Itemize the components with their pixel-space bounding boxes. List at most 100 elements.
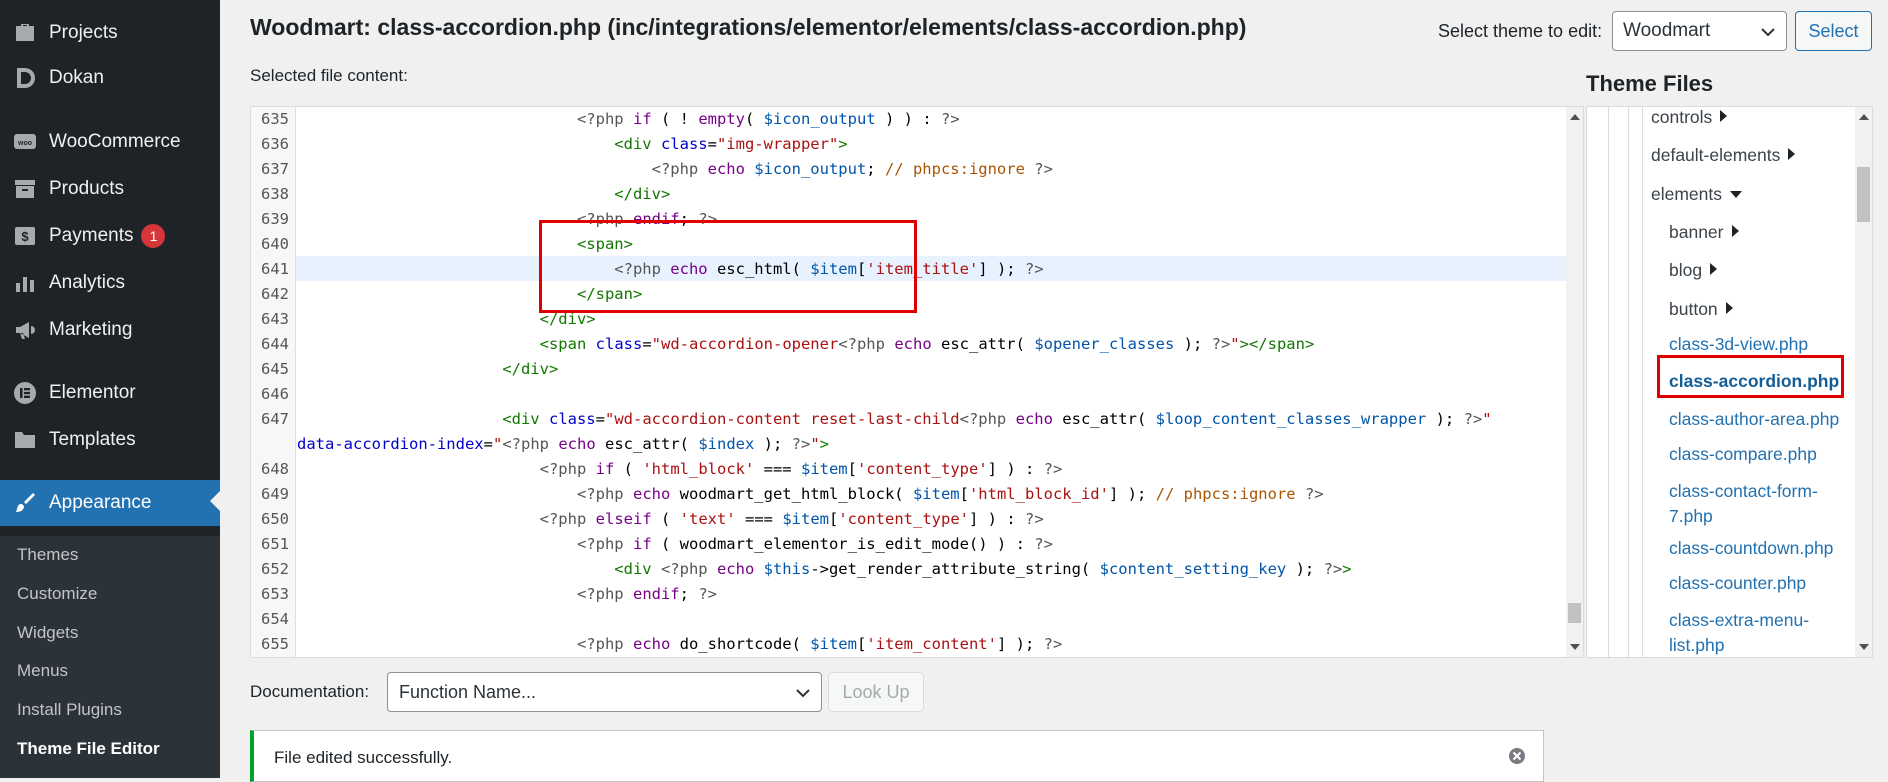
briefcase-icon	[12, 20, 38, 46]
admin-sidebar: Projects Dokan woo WooCommerce Products …	[0, 0, 220, 778]
highlight-annotation-box	[539, 220, 917, 313]
theme-select-value: Woodmart	[1623, 20, 1711, 41]
menu-label: Dokan	[49, 67, 104, 88]
tree-folder-default-elements[interactable]: default-elements	[1651, 145, 1796, 166]
submenu-theme-file-editor[interactable]: Theme File Editor	[17, 739, 160, 759]
scroll-down-icon[interactable]	[1859, 644, 1869, 650]
code-line[interactable]: <?php elseif ( 'text' === $item['content…	[297, 510, 1044, 528]
menu-item-appearance[interactable]: Appearance	[0, 480, 220, 526]
code-line[interactable]: <?php if ( ! empty( $icon_output ) ) : ?…	[297, 110, 960, 128]
dokan-icon	[12, 65, 38, 91]
line-number: 643	[261, 310, 289, 328]
menu-label: Analytics	[49, 272, 126, 293]
caret-right-icon	[1710, 263, 1718, 275]
menu-item-dokan[interactable]: Dokan	[0, 57, 220, 99]
code-line[interactable]: <?php echo do_shortcode( $item['item_con…	[297, 635, 1062, 653]
caret-right-icon	[1788, 148, 1796, 160]
line-number: 654	[261, 610, 289, 628]
menu-item-elementor[interactable]: Elementor	[0, 372, 220, 414]
line-number: 639	[261, 210, 289, 228]
line-number: 637	[261, 160, 289, 178]
code-line[interactable]: <?php echo $icon_output; // phpcs:ignore…	[297, 160, 1053, 178]
tree-scrollbar[interactable]	[1855, 107, 1872, 657]
line-number: 642	[261, 285, 289, 303]
notice-text: File edited successfully.	[274, 748, 453, 767]
megaphone-icon	[12, 317, 38, 343]
line-number: 655	[261, 635, 289, 653]
scroll-down-icon[interactable]	[1570, 644, 1580, 650]
editor-scrollbar[interactable]	[1566, 107, 1583, 657]
menu-item-woocommerce[interactable]: woo WooCommerce	[0, 121, 220, 163]
tree-file[interactable]: class-extra-menu-list.php	[1669, 608, 1819, 657]
close-icon[interactable]	[1507, 746, 1527, 766]
caret-right-icon	[1725, 302, 1733, 314]
woo-icon: woo	[12, 129, 38, 155]
code-line[interactable]: <div class="wd-accordion-content reset-l…	[297, 410, 1491, 428]
code-line[interactable]: <?php echo woodmart_get_html_block( $ite…	[297, 485, 1324, 503]
submenu-install-plugins[interactable]: Install Plugins	[17, 700, 122, 720]
code-line[interactable]: <?php endif; ?>	[297, 585, 717, 603]
scroll-thumb[interactable]	[1568, 603, 1581, 623]
line-number: 648	[261, 460, 289, 478]
code-line[interactable]: <div <?php echo $this->get_render_attrib…	[297, 560, 1351, 578]
tree-file[interactable]: class-compare.php	[1669, 444, 1817, 465]
tree-folder-blog[interactable]: blog	[1669, 260, 1718, 281]
menu-label: Products	[49, 178, 124, 199]
code-line[interactable]: data-accordion-index="<?php echo esc_att…	[297, 435, 829, 453]
scroll-up-icon[interactable]	[1859, 114, 1869, 120]
theme-files-title: Theme Files	[1586, 71, 1714, 96]
menu-item-projects[interactable]: Projects	[0, 12, 220, 54]
tree-file[interactable]: class-countdown.php	[1669, 538, 1833, 559]
look-up-button[interactable]: Look Up	[828, 672, 924, 712]
line-number: 636	[261, 135, 289, 153]
code-line[interactable]: <?php if ( 'html_block' === $item['conte…	[297, 460, 1063, 478]
paintbrush-icon	[12, 490, 38, 516]
dollar-icon: $	[12, 223, 38, 249]
function-name-value: Function Name...	[399, 682, 537, 702]
code-line[interactable]: <div class="img-wrapper">	[297, 135, 847, 153]
submenu-customize[interactable]: Customize	[17, 584, 97, 604]
code-editor[interactable]: 635 636 637 638 639 640 641 642 643 644 …	[250, 106, 1584, 658]
success-notice: File edited successfully.	[250, 730, 1544, 782]
line-number: 641	[261, 260, 289, 278]
line-number: 650	[261, 510, 289, 528]
scroll-thumb[interactable]	[1857, 167, 1870, 222]
code-line[interactable]: <span class="wd-accordion-opener<?php ec…	[297, 335, 1315, 353]
submenu-widgets[interactable]: Widgets	[17, 623, 78, 643]
code-line[interactable]: </div>	[297, 360, 558, 378]
tree-folder-button[interactable]: button	[1669, 299, 1733, 320]
menu-item-payments[interactable]: $ Payments 1	[0, 215, 220, 257]
chevron-down-icon	[1761, 28, 1775, 37]
menu-item-templates[interactable]: Templates	[0, 419, 220, 461]
theme-select[interactable]: Woodmart	[1612, 11, 1787, 51]
tree-file[interactable]: class-counter.php	[1669, 573, 1806, 594]
menu-item-analytics[interactable]: Analytics	[0, 262, 220, 304]
line-number: 646	[261, 385, 289, 403]
tree-folder-banner[interactable]: banner	[1669, 222, 1739, 243]
caret-right-icon	[1731, 225, 1739, 237]
menu-item-marketing[interactable]: Marketing	[0, 309, 220, 351]
theme-files-tree: controls default-elements elements banne…	[1586, 106, 1873, 658]
submenu-menus[interactable]: Menus	[17, 661, 68, 681]
line-number: 644	[261, 335, 289, 353]
tree-folder-elements[interactable]: elements	[1651, 184, 1743, 205]
line-number: 653	[261, 585, 289, 603]
line-number: 640	[261, 235, 289, 253]
code-line[interactable]: <?php if ( woodmart_elementor_is_edit_mo…	[297, 535, 1053, 553]
code-line[interactable]: </div>	[297, 185, 670, 203]
bar-chart-icon	[12, 270, 38, 296]
tree-guide	[1628, 107, 1629, 657]
tree-guide	[1642, 107, 1643, 657]
submenu-themes[interactable]: Themes	[17, 545, 78, 565]
line-number: 647	[261, 410, 289, 428]
line-number-gutter: 635 636 637 638 639 640 641 642 643 644 …	[251, 107, 296, 657]
scroll-up-icon[interactable]	[1570, 114, 1580, 120]
tree-file[interactable]: class-author-area.php	[1669, 409, 1839, 430]
tree-folder-controls[interactable]: controls	[1651, 107, 1728, 128]
tree-file[interactable]: class-contact-form-7.php	[1669, 479, 1829, 529]
svg-text:woo: woo	[17, 140, 32, 147]
select-theme-button[interactable]: Select	[1795, 11, 1872, 51]
function-name-select[interactable]: Function Name...	[387, 672, 822, 712]
menu-item-products[interactable]: Products	[0, 168, 220, 210]
tree-file[interactable]: class-3d-view.php	[1669, 334, 1808, 355]
